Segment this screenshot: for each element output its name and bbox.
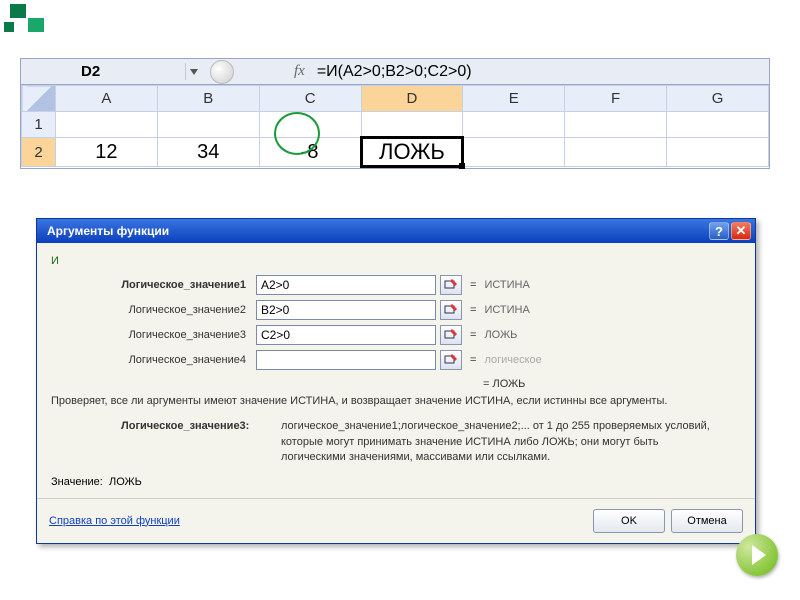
range-picker-icon[interactable] — [440, 350, 462, 370]
function-description: Проверяет, все ли аргументы имеют значен… — [51, 394, 741, 409]
col-header[interactable]: G — [667, 86, 769, 112]
corner-decoration — [0, 0, 50, 40]
arg-input[interactable] — [256, 325, 436, 345]
name-box[interactable]: D2 — [21, 63, 186, 80]
range-picker-icon[interactable] — [440, 275, 462, 295]
arg-result: ЛОЖЬ — [484, 329, 517, 341]
cell[interactable] — [259, 112, 361, 138]
cell[interactable]: 34 — [157, 138, 259, 167]
spreadsheet-grid[interactable]: ABCDEFG 121234-8ЛОЖЬ — [21, 85, 769, 168]
argument-row: Логическое_значение1=ИСТИНА — [51, 275, 741, 295]
select-all-corner[interactable] — [22, 86, 56, 112]
dialog-title: Аргументы функции — [41, 224, 707, 238]
cell[interactable] — [565, 138, 667, 167]
formula-bar: D2 fx =И(A2>0;B2>0;C2>0) — [21, 59, 769, 85]
col-header[interactable]: A — [56, 86, 158, 112]
row-header[interactable]: 2 — [22, 138, 56, 167]
result-value: ЛОЖЬ — [109, 476, 142, 488]
ok-button[interactable]: OK — [593, 509, 665, 533]
range-picker-icon[interactable] — [440, 300, 462, 320]
col-header[interactable]: E — [463, 86, 565, 112]
help-button[interactable]: ? — [709, 222, 729, 240]
argument-row: Логическое_значение3=ЛОЖЬ — [51, 325, 741, 345]
cancel-orb-icon[interactable] — [210, 60, 234, 84]
cell[interactable] — [463, 138, 565, 167]
result-value-label: Значение: — [51, 476, 103, 488]
col-header[interactable]: C — [259, 86, 361, 112]
arg-label: Логическое_значение1 — [51, 279, 256, 291]
dialog-titlebar[interactable]: Аргументы функции ? ✕ — [37, 219, 755, 243]
argument-row: Логическое_значение4=логическое — [51, 350, 741, 370]
next-slide-button[interactable] — [736, 534, 778, 576]
cell[interactable] — [667, 138, 769, 167]
function-arguments-dialog: Аргументы функции ? ✕ И Логическое_значе… — [36, 218, 756, 544]
overall-result: = ЛОЖЬ — [51, 378, 741, 390]
arg-input[interactable] — [256, 275, 436, 295]
function-name: И — [51, 255, 741, 267]
cell[interactable]: 12 — [56, 138, 158, 167]
cell[interactable] — [56, 112, 158, 138]
cell[interactable]: ЛОЖЬ — [361, 138, 463, 167]
arg-input[interactable] — [256, 300, 436, 320]
argument-description: Логическое_значение3:логическое_значение… — [121, 419, 741, 465]
function-help-link[interactable]: Справка по этой функции — [49, 515, 587, 527]
cell[interactable] — [667, 112, 769, 138]
arg-label: Логическое_значение2 — [51, 304, 256, 316]
spreadsheet-area: D2 fx =И(A2>0;B2>0;C2>0) ABCDEFG 121234-… — [20, 58, 770, 169]
arg-label: Логическое_значение3 — [51, 329, 256, 341]
arg-result: ИСТИНА — [484, 304, 529, 316]
col-header[interactable]: D — [361, 86, 463, 112]
namebox-dropdown-icon[interactable] — [190, 69, 198, 75]
cancel-button[interactable]: Отмена — [671, 509, 743, 533]
arg-result: логическое — [484, 354, 541, 366]
cell[interactable] — [565, 112, 667, 138]
col-header[interactable]: B — [157, 86, 259, 112]
formula-input[interactable]: =И(A2>0;B2>0;C2>0) — [317, 63, 472, 81]
cell[interactable]: -8 — [259, 138, 361, 167]
arg-label: Логическое_значение4 — [51, 354, 256, 366]
row-header[interactable]: 1 — [22, 112, 56, 138]
cell[interactable] — [463, 112, 565, 138]
arg-result: ИСТИНА — [484, 279, 529, 291]
argument-row: Логическое_значение2=ИСТИНА — [51, 300, 741, 320]
fx-icon[interactable]: fx — [294, 63, 305, 80]
close-button[interactable]: ✕ — [731, 222, 751, 240]
cell[interactable] — [157, 112, 259, 138]
arg-input[interactable] — [256, 350, 436, 370]
range-picker-icon[interactable] — [440, 325, 462, 345]
cell[interactable] — [361, 112, 463, 138]
col-header[interactable]: F — [565, 86, 667, 112]
